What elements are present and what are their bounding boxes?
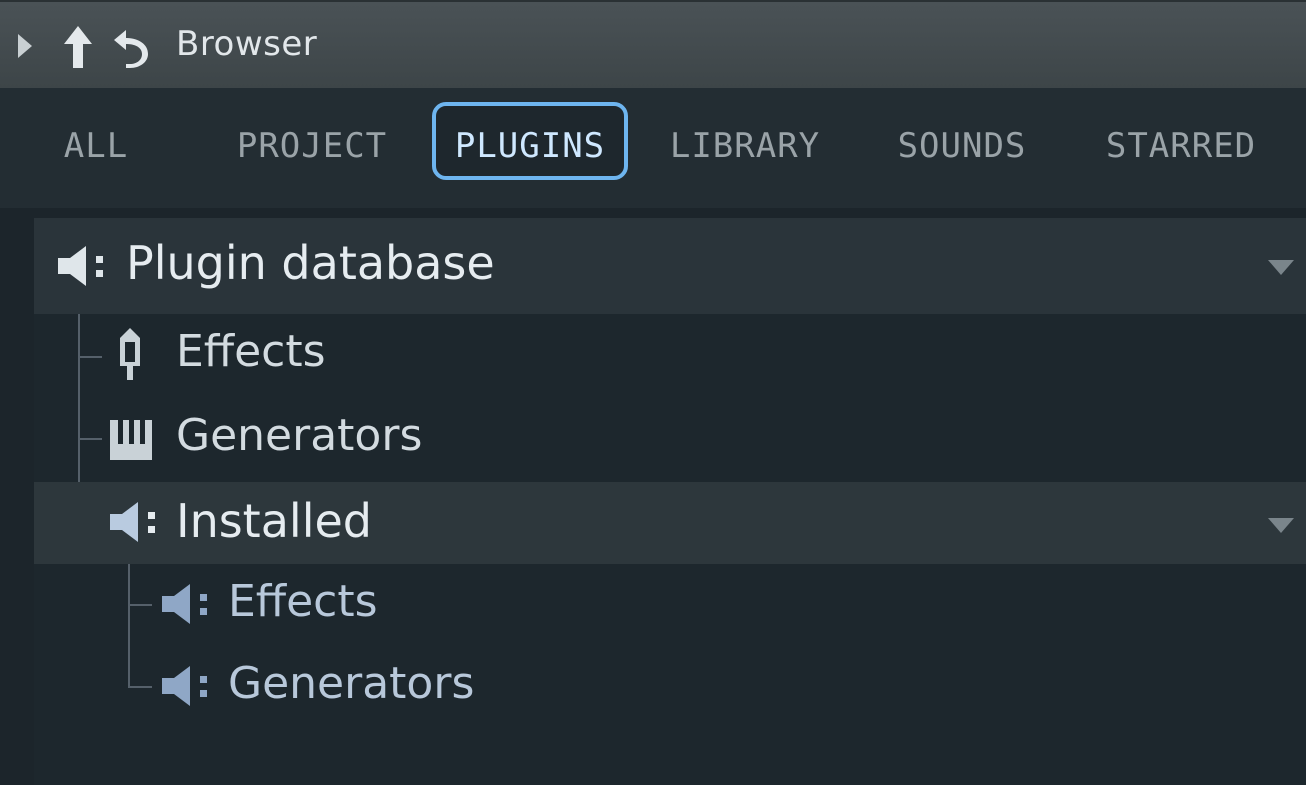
tree-item-installed[interactable]: Installed <box>34 482 1306 564</box>
folder-speaker-icon <box>162 584 207 624</box>
tree-item-label: Generators <box>228 658 475 709</box>
tree-item-installed-effects[interactable]: Effects <box>34 564 1306 646</box>
tree-item-label: Installed <box>176 494 372 548</box>
filter-tab-bar: ALL PROJECT PLUGINS LIBRARY SOUNDS STARR… <box>0 88 1306 208</box>
up-arrow-icon[interactable] <box>60 24 96 70</box>
tab-all[interactable]: ALL <box>40 102 152 190</box>
tab-project[interactable]: PROJECT <box>218 102 406 190</box>
tree-item-generators[interactable]: Generators <box>34 398 1306 482</box>
plugin-tree: Plugin database Effects Generators Insta… <box>34 218 1306 785</box>
piano-keys-icon <box>110 420 152 460</box>
folder-speaker-icon <box>110 502 155 542</box>
tree-item-label: Generators <box>176 410 423 461</box>
expand-arrow-icon[interactable] <box>18 34 32 58</box>
folder-speaker-icon <box>58 246 103 286</box>
tab-library[interactable]: LIBRARY <box>654 102 836 190</box>
plug-icon <box>120 328 140 380</box>
tree-item-label: Plugin database <box>126 236 495 290</box>
tab-sounds[interactable]: SOUNDS <box>876 102 1048 190</box>
chevron-down-icon[interactable] <box>1268 518 1294 533</box>
tab-starred[interactable]: STARRED <box>1086 102 1276 190</box>
chevron-down-icon[interactable] <box>1268 260 1294 275</box>
browser-titlebar: Browser <box>0 0 1306 88</box>
tree-item-installed-generators[interactable]: Generators <box>34 646 1306 730</box>
tree-item-label: Effects <box>228 576 378 627</box>
tab-plugins[interactable]: PLUGINS <box>432 102 628 180</box>
tree-item-plugin-database[interactable]: Plugin database <box>34 218 1306 314</box>
undo-icon[interactable] <box>112 24 152 68</box>
folder-speaker-icon <box>162 666 207 706</box>
tree-item-effects[interactable]: Effects <box>34 314 1306 398</box>
browser-title: Browser <box>176 24 318 64</box>
tree-item-label: Effects <box>176 326 326 377</box>
